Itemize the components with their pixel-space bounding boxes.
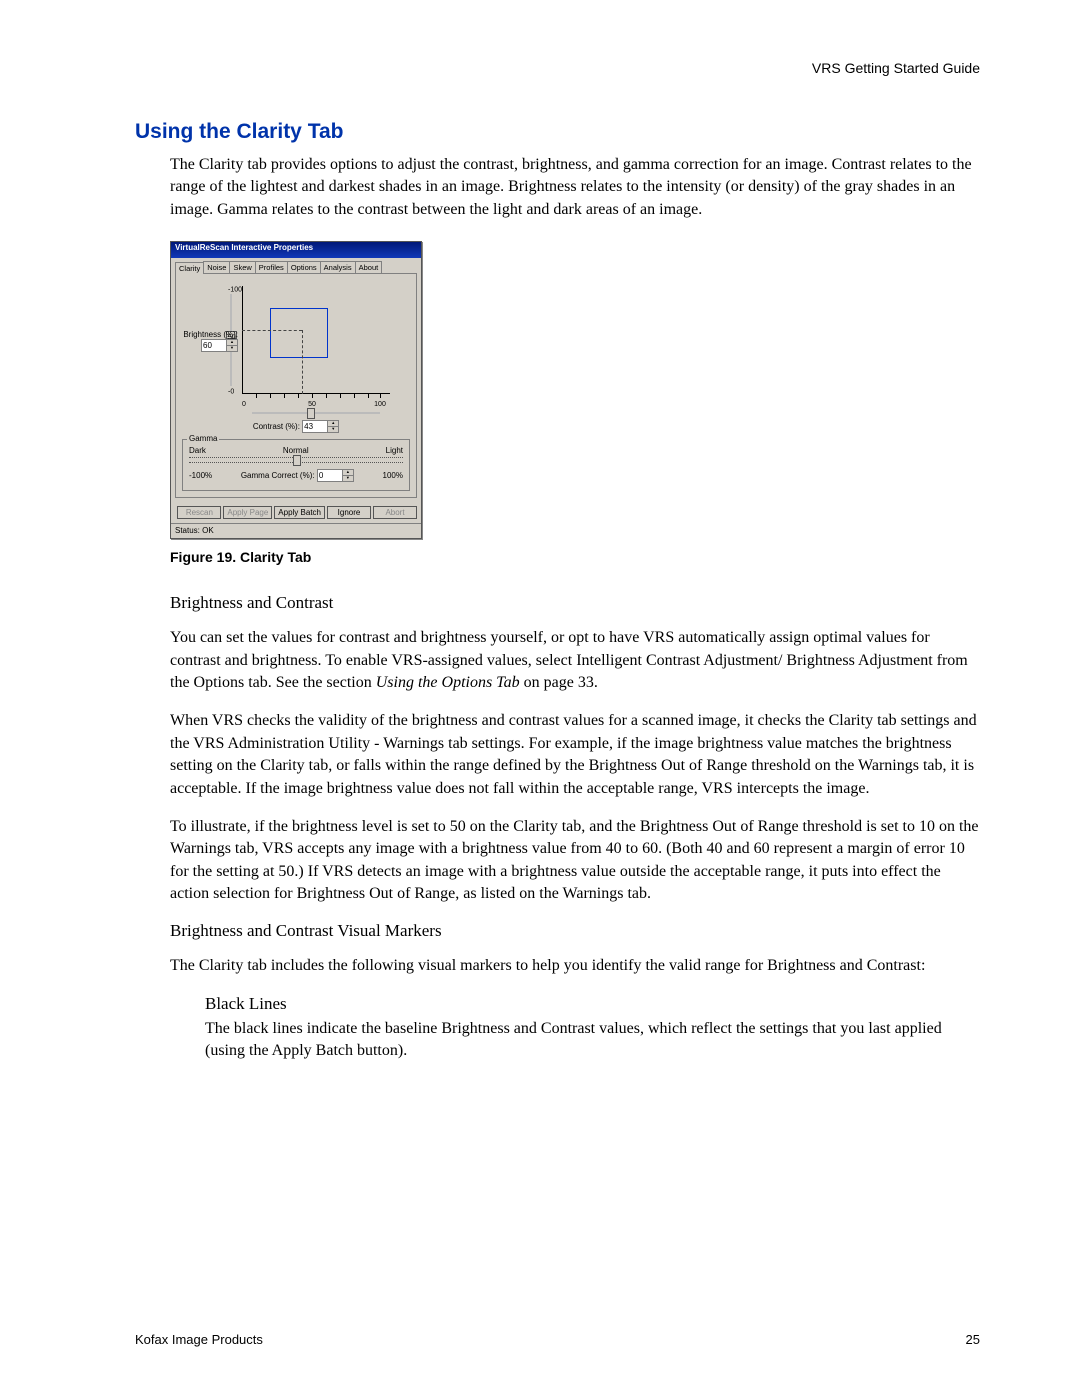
- x-tick-100: 100: [374, 401, 386, 408]
- tab-noise[interactable]: Noise: [203, 261, 230, 273]
- tab-clarity[interactable]: Clarity: [175, 262, 204, 274]
- gamma-slider-thumb[interactable]: [293, 455, 301, 466]
- tab-panel-clarity: -100 50 -0 0 50 100: [175, 273, 417, 498]
- intro-paragraph: The Clarity tab provides options to adju…: [170, 154, 980, 221]
- footer-company: Kofax Image Products: [135, 1332, 263, 1347]
- black-lines-heading: Black Lines: [205, 994, 980, 1014]
- y-tick-100: -100: [228, 287, 242, 294]
- gamma-group: Gamma Dark Normal Light -100% Gamma Corr…: [182, 439, 410, 491]
- x-tick: [340, 393, 341, 398]
- x-tick: [256, 393, 257, 398]
- gamma-group-label: Gamma: [187, 434, 219, 443]
- brightness-label: Brightness (%):: [183, 330, 238, 339]
- x-tick: [380, 393, 381, 398]
- gamma-spinbox[interactable]: ▲▼: [317, 469, 354, 482]
- apply-batch-button[interactable]: Apply Batch: [274, 506, 325, 519]
- gamma-pos100: 100%: [383, 471, 403, 480]
- x-tick: [354, 393, 355, 398]
- brightness-spin-buttons[interactable]: ▲▼: [226, 340, 237, 351]
- brightness-spinbox[interactable]: ▲▼: [201, 339, 238, 352]
- brightness-input[interactable]: [202, 340, 226, 351]
- options-tab-crossref: Using the Options Tab: [376, 674, 520, 691]
- ignore-button[interactable]: Ignore: [327, 506, 371, 519]
- x-tick: [284, 393, 285, 398]
- plot-y-axis: [242, 286, 243, 394]
- gamma-neg100: -100%: [189, 471, 212, 480]
- gamma-normal-label: Normal: [283, 446, 309, 455]
- section-heading: Using the Clarity Tab: [135, 120, 980, 144]
- rescan-button[interactable]: Rescan: [177, 506, 221, 519]
- tab-skew[interactable]: Skew: [229, 261, 255, 273]
- para-illustrate: To illustrate, if the brightness level i…: [170, 816, 980, 906]
- tab-analysis[interactable]: Analysis: [320, 261, 356, 273]
- crosshair-horizontal: [242, 330, 302, 331]
- contrast-slider-thumb[interactable]: [307, 408, 315, 419]
- contrast-slider[interactable]: [252, 412, 380, 414]
- contrast-spinbox[interactable]: ▲▼: [302, 420, 339, 433]
- dialog-status-bar: Status: OK: [171, 523, 421, 538]
- tab-options[interactable]: Options: [287, 261, 321, 273]
- x-tick: [368, 393, 369, 398]
- footer-page-number: 25: [966, 1332, 980, 1347]
- y-tick-0: -0: [228, 389, 234, 396]
- para-visual-markers-intro: The Clarity tab includes the following v…: [170, 955, 980, 977]
- contrast-input[interactable]: [303, 421, 327, 432]
- gamma-spin-buttons[interactable]: ▲▼: [342, 470, 353, 481]
- x-tick-0: 0: [242, 401, 246, 408]
- vrs-dialog: VirtualReScan Interactive Properties Cla…: [170, 241, 422, 539]
- brightness-label-area: Brightness (%): ▲▼: [178, 330, 238, 352]
- tab-strip: Clarity Noise Skew Profiles Options Anal…: [171, 258, 421, 273]
- brightness-contrast-plot: -100 50 -0 0 50 100: [242, 286, 410, 406]
- x-tick-50: 50: [308, 401, 316, 408]
- tab-profiles[interactable]: Profiles: [255, 261, 288, 273]
- contrast-row: Contrast (%): ▲▼: [182, 420, 410, 433]
- gamma-light-label: Light: [386, 446, 403, 455]
- tab-about[interactable]: About: [355, 261, 383, 273]
- subhead-brightness-contrast: Brightness and Contrast: [170, 593, 980, 613]
- dialog-button-row: Rescan Apply Page Apply Batch Ignore Abo…: [171, 502, 421, 523]
- x-tick: [270, 393, 271, 398]
- crosshair-vertical: [302, 330, 303, 394]
- black-lines-text: The black lines indicate the baseline Br…: [205, 1018, 980, 1063]
- dialog-titlebar: VirtualReScan Interactive Properties: [171, 242, 421, 258]
- para-auto-values: You can set the values for contrast and …: [170, 627, 980, 694]
- apply-page-button[interactable]: Apply Page: [223, 506, 272, 519]
- x-tick: [326, 393, 327, 398]
- contrast-spin-buttons[interactable]: ▲▼: [327, 421, 338, 432]
- gamma-slider[interactable]: [189, 457, 403, 463]
- gamma-input[interactable]: [318, 470, 342, 481]
- subhead-visual-markers: Brightness and Contrast Visual Markers: [170, 921, 980, 941]
- para-auto-values-c: on page 33.: [520, 674, 598, 691]
- acceptable-range-box: [270, 308, 328, 358]
- x-tick: [312, 393, 313, 398]
- gamma-correct-label: Gamma Correct (%):: [241, 471, 315, 480]
- page-footer: Kofax Image Products 25: [135, 1332, 980, 1347]
- contrast-label: Contrast (%):: [253, 422, 300, 431]
- para-validity-check: When VRS checks the validity of the brig…: [170, 710, 980, 800]
- page: VRS Getting Started Guide Using the Clar…: [0, 0, 1080, 1397]
- figure-caption: Figure 19. Clarity Tab: [170, 549, 980, 565]
- header-guide-title: VRS Getting Started Guide: [812, 60, 980, 76]
- gamma-dark-label: Dark: [189, 446, 206, 455]
- x-tick: [298, 393, 299, 398]
- figure-clarity-tab: VirtualReScan Interactive Properties Cla…: [170, 241, 980, 539]
- abort-button[interactable]: Abort: [373, 506, 417, 519]
